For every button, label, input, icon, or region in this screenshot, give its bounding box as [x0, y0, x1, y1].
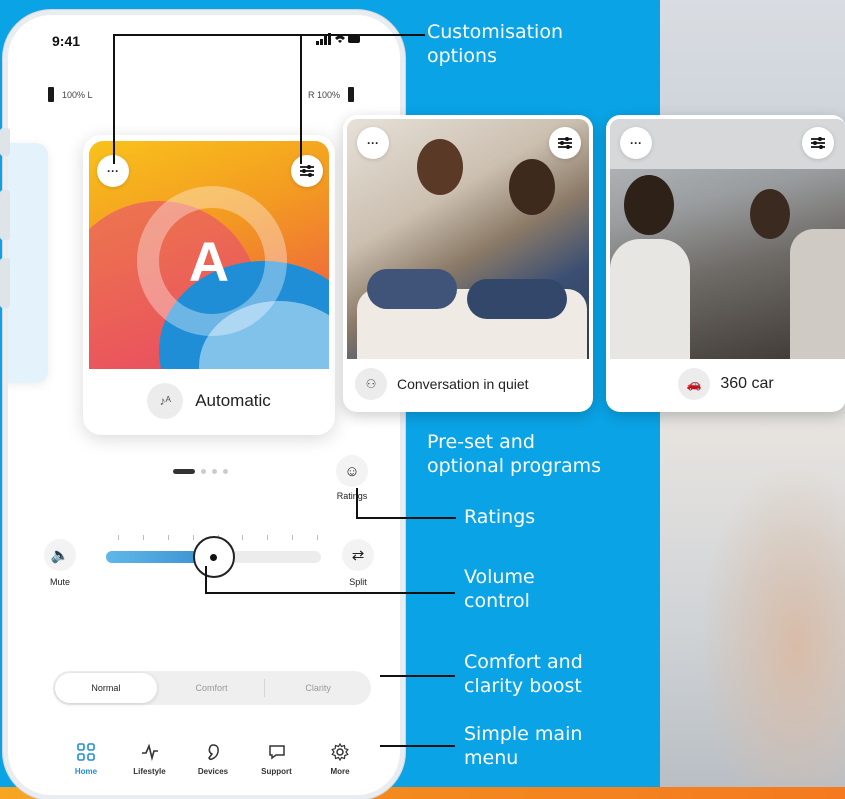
battery-right-label: R 100% — [308, 89, 341, 100]
program-letter: A — [188, 230, 230, 293]
boost-option-clarity[interactable]: Clarity — [267, 673, 369, 703]
boost-option-comfort[interactable]: Comfort — [161, 673, 263, 703]
status-time: 9:41 — [52, 33, 81, 49]
split-label: Split — [349, 577, 367, 587]
conversation-customise-button[interactable] — [549, 127, 581, 159]
annotation-menu: Simple main menu — [464, 723, 583, 769]
more-icon: ··· — [107, 164, 119, 178]
battery-right-icon — [348, 87, 355, 102]
phone-side-button — [0, 128, 10, 156]
ratings-label: Ratings — [336, 491, 368, 501]
program-card-360-car[interactable]: ··· 🚗 360 car — [606, 115, 845, 412]
hearing-aid-icon — [185, 743, 241, 765]
volume-line-v — [205, 566, 207, 593]
program-card-conversation[interactable]: ··· ⚇ Conversation in quiet — [343, 115, 593, 412]
split-arrows-icon: ⇄ — [351, 547, 365, 564]
conversation-more-button[interactable]: ··· — [357, 127, 389, 159]
annotation-ratings: Ratings — [464, 506, 536, 528]
sliders-icon — [300, 165, 314, 177]
battery-right: R 100% — [308, 87, 355, 102]
gear-icon — [312, 742, 368, 765]
car-label-row: 🚗 360 car — [606, 368, 845, 400]
ratings-line-v — [356, 488, 358, 518]
annotation-volume: Volume control — [464, 566, 535, 612]
annotation-programs: Pre-set and optional programs — [427, 431, 602, 477]
car-label: 360 car — [720, 375, 774, 392]
nav-home-label: Home — [74, 767, 98, 776]
conversation-label: Conversation in quiet — [397, 376, 529, 392]
annotation-customisation: Customisation options — [427, 21, 564, 67]
nav-devices[interactable]: Devices — [185, 743, 241, 776]
sliders-icon — [811, 137, 825, 149]
car-customise-button[interactable] — [802, 127, 834, 159]
nav-support-label: Support — [261, 767, 292, 776]
more-icon: ··· — [367, 136, 379, 150]
menu-line — [380, 745, 455, 747]
nav-lifestyle-label: Lifestyle — [133, 767, 166, 776]
sliders-icon — [558, 137, 572, 149]
page-indicator — [173, 469, 228, 474]
customise-button[interactable] — [291, 155, 323, 187]
nav-devices-label: Devices — [197, 767, 229, 776]
mute-button[interactable]: 🔈 — [44, 539, 76, 571]
customisation-line — [113, 34, 425, 36]
volume-slider-knob[interactable] — [192, 536, 235, 578]
mute-label: Mute — [49, 577, 70, 587]
main-menu: Home Lifestyle Devices Support More — [58, 742, 368, 776]
customisation-line-right — [300, 34, 302, 164]
conversation-icon: ⚇ — [355, 368, 387, 400]
ratings-line-h — [356, 517, 456, 519]
car-icon: 🚗 — [678, 368, 711, 400]
boost-segmented-control: Normal Comfort Clarity — [53, 671, 371, 705]
home-grid-icon — [58, 743, 114, 765]
volume-line-h — [205, 592, 455, 594]
customisation-line-left — [113, 34, 115, 164]
nav-lifestyle[interactable]: Lifestyle — [122, 743, 178, 776]
nav-more[interactable]: More — [312, 742, 368, 776]
nav-more-label: More — [330, 767, 350, 776]
boost-option-normal[interactable]: Normal — [55, 673, 157, 703]
chat-icon — [249, 743, 305, 765]
smiley-icon: ☺ — [344, 462, 360, 480]
annotation-boost: Comfort and clarity boost — [464, 651, 583, 697]
nav-support[interactable]: Support — [249, 743, 305, 776]
activity-icon — [122, 743, 178, 765]
program-label: Automatic — [195, 391, 271, 410]
conversation-label-row: ⚇ Conversation in quiet — [343, 368, 593, 400]
battery-left: 100% L — [48, 87, 93, 102]
battery-left-icon — [48, 87, 54, 102]
split-button[interactable]: ⇄ — [342, 539, 374, 571]
automatic-icon: ♪ᴬ — [147, 383, 184, 419]
program-label-row: ♪ᴬ Automatic — [83, 383, 335, 419]
more-icon: ··· — [630, 136, 642, 150]
ratings-button[interactable]: ☺ — [336, 455, 368, 487]
nav-home[interactable]: Home — [58, 743, 114, 776]
phone-volume-up — [0, 190, 10, 240]
phone-volume-down — [0, 258, 10, 308]
boost-line — [380, 675, 455, 677]
car-more-button[interactable]: ··· — [620, 127, 652, 159]
speaker-icon: 🔈 — [50, 547, 70, 564]
program-card-automatic[interactable]: A ··· ♪ᴬ Automatic — [83, 135, 335, 435]
battery-left-label: 100% L — [62, 89, 93, 100]
